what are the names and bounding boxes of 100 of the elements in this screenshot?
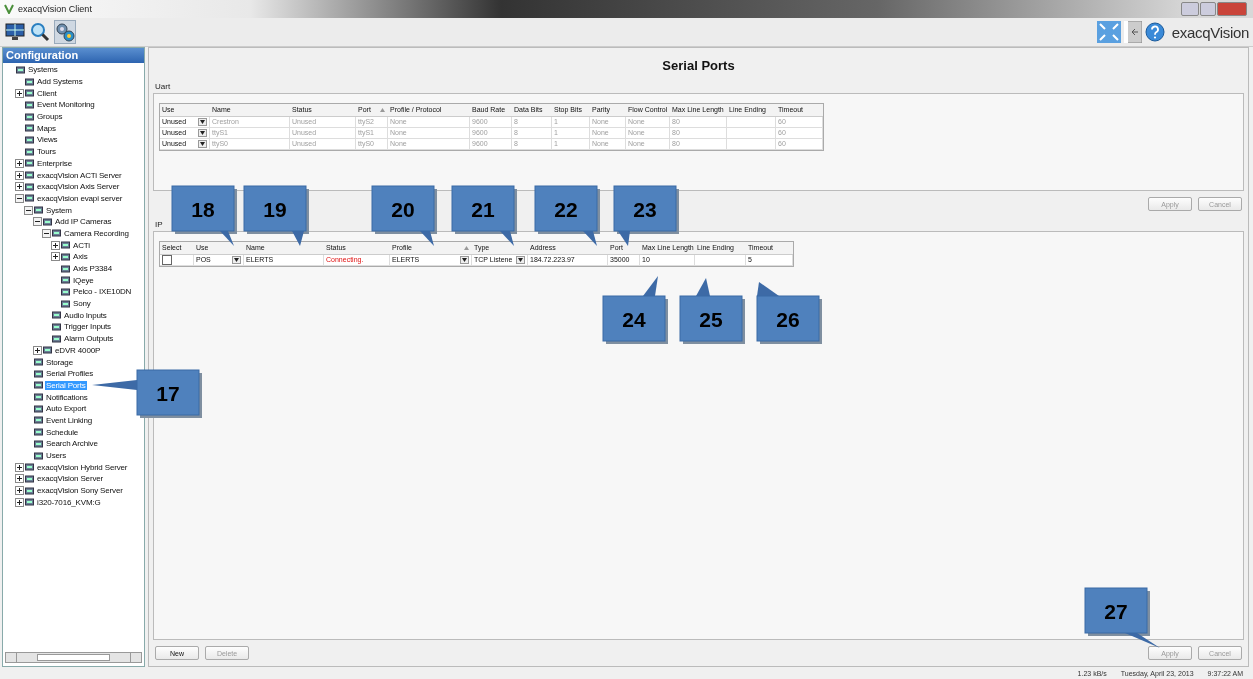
tree-item[interactable]: exacqVision ACTi Server [36,170,123,180]
dropdown-button[interactable] [198,118,207,126]
tree-item-icon [52,311,61,320]
window-title: exacqVision Client [18,4,92,14]
tree-item-icon [34,451,43,460]
tree-item[interactable]: Audio Inputs [63,310,108,320]
tree-item-icon [25,182,34,191]
expand-toggle[interactable] [15,462,24,472]
tree-item[interactable]: Trigger Inputs [63,322,112,332]
tree-item-icon [25,147,34,156]
tree-item-icon [34,416,43,425]
tree-item[interactable]: exacqVision Sony Server [36,486,124,496]
collapse-toggle[interactable] [42,228,51,238]
tree-item[interactable]: Tours [36,147,57,157]
tree-item-icon [25,89,34,98]
empty-cell [727,139,776,150]
dropdown-button[interactable] [198,129,207,137]
tree-item-icon [25,486,34,495]
tree-item[interactable]: Pelco - IXE10DN [72,287,133,297]
empty-cell [727,117,776,128]
tree-item-icon [25,194,34,203]
tree-item[interactable]: Axis P3384 [72,264,113,274]
tree-item[interactable]: Groups [36,112,64,122]
tree-item[interactable]: Add IP Cameras [54,217,113,227]
monitor-icon [5,23,25,41]
tree-item-icon [61,299,70,308]
tree-item-icon [25,463,34,472]
help-icon[interactable] [1144,22,1165,42]
tree-item[interactable]: Alarm Outputs [63,334,115,344]
toolbar-button[interactable] [54,20,76,44]
tree-item[interactable]: Camera Recording [63,228,130,238]
collapse-toggle[interactable] [33,217,42,227]
app-logo-icon [4,4,14,14]
expand-toggle[interactable] [15,497,24,507]
tree-item-icon [61,287,70,296]
tree-item[interactable]: Notifications [45,392,89,402]
expand-toggle[interactable] [15,182,24,192]
tree-item-icon [25,474,34,483]
tree-item-icon [25,112,34,121]
expand-toggle[interactable] [15,486,24,496]
expand-toggle[interactable] [33,345,42,355]
tree-item-icon [25,77,34,86]
group-label: Uart [154,81,172,93]
tree-item-icon [25,171,34,180]
tree-item[interactable]: Add Systems [36,77,84,87]
fullscreen-icon[interactable] [1096,21,1121,43]
expand-toggle[interactable] [15,170,24,180]
tree-item[interactable]: Sony [72,299,92,309]
tree-item[interactable]: Schedule [45,427,80,437]
expand-toggle[interactable] [15,158,24,168]
tree-item-icon [25,498,34,507]
tree-item[interactable]: Serial Profiles [45,369,95,379]
horizontal-scrollbar[interactable] [5,652,142,663]
sort-icon [464,246,469,250]
tree-item[interactable]: Search Archive [45,439,99,449]
dropdown-button[interactable] [198,140,207,148]
tree-item-icon [25,124,34,133]
dropdown-button[interactable] [460,256,469,264]
tree-item[interactable]: Views [36,135,59,145]
expand-toggle[interactable] [15,88,24,98]
expand-toggle[interactable] [15,474,24,484]
tree-item[interactable]: Storage [45,357,74,367]
collapse-toggle[interactable] [15,193,24,203]
tree-item[interactable]: exacqVision Server [36,474,105,484]
empty-cell [695,255,746,266]
tree-item-icon [52,229,61,238]
tree-item[interactable]: Users [45,451,68,461]
tree-item[interactable]: ACTi [72,240,91,250]
tree-item[interactable]: eDVR 4000P [54,345,102,355]
tree-item-icon [61,252,70,261]
exit-icon[interactable] [1123,21,1142,43]
tree-item-icon [16,65,25,74]
expand-toggle[interactable] [51,252,60,262]
dropdown-button[interactable] [516,256,525,264]
sidebar-title: Configuration [3,48,144,63]
tree-item[interactable]: Event Monitoring [36,100,96,110]
tree-item[interactable]: Maps [36,123,57,133]
expand-toggle[interactable] [51,240,60,250]
tree-item[interactable]: Axis [72,252,89,262]
tree-item[interactable]: Client [36,88,58,98]
tree-item[interactable]: Event Linking [45,415,94,425]
dropdown-button[interactable] [232,256,241,264]
tree-item[interactable]: Auto Export [45,404,88,414]
tree-item[interactable]: Systems [27,65,59,75]
tree-item-icon [52,334,61,343]
checkbox[interactable] [162,255,172,265]
tree-item[interactable]: exacqVision Axis Server [36,182,121,192]
toolbar-button[interactable] [29,20,51,44]
tree-item[interactable]: exacqVision evapi server [36,193,124,203]
tree-item[interactable]: IQeye [72,275,95,285]
tree-item-icon [34,428,43,437]
page-title: Serial Ports [661,57,736,75]
tree-item-icon [25,159,34,168]
tree-item[interactable]: i320-7016_KVM:G [36,497,102,507]
tree-item[interactable]: Enterprise [36,158,73,168]
tree-item[interactable]: System [45,205,73,215]
gears-icon [55,22,75,42]
collapse-toggle[interactable] [24,205,33,215]
tree-item-icon [43,346,52,355]
tree-item[interactable]: exacqVision Hybrid Server [36,462,129,472]
